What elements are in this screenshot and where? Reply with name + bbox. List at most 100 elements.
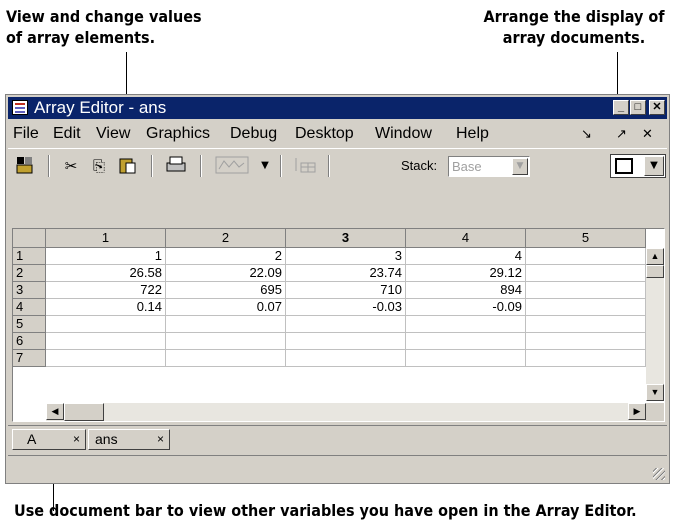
print-icon[interactable] xyxy=(164,155,188,177)
grid-cell[interactable] xyxy=(166,333,286,350)
document-tab-label: ans xyxy=(95,431,118,447)
column-header[interactable]: 5 xyxy=(526,229,646,248)
stack-label: Stack: xyxy=(401,158,438,173)
import-data-icon[interactable] xyxy=(14,155,36,177)
row-header[interactable]: 3 xyxy=(13,282,46,299)
grid-cell[interactable] xyxy=(286,333,406,350)
column-header[interactable]: 1 xyxy=(46,229,166,248)
grid-cell[interactable] xyxy=(406,316,526,333)
menu-graphics[interactable]: Graphics xyxy=(146,121,210,147)
horizontal-scrollbar[interactable]: ◀ ▶ xyxy=(46,403,646,421)
grid-cell[interactable] xyxy=(46,350,166,367)
grid-cell[interactable]: 2 xyxy=(166,248,286,265)
row-header[interactable]: 7 xyxy=(13,350,46,367)
vertical-scrollbar[interactable]: ▲ ▼ xyxy=(646,248,664,401)
plot-icon[interactable] xyxy=(213,155,251,177)
grid-cell[interactable] xyxy=(526,299,646,316)
window-title: Array Editor - ans xyxy=(34,98,167,117)
scroll-up-icon[interactable]: ▲ xyxy=(646,248,664,265)
column-header[interactable]: 2 xyxy=(166,229,286,248)
row-header[interactable]: 1 xyxy=(13,248,46,265)
grid-cell[interactable]: 22.09 xyxy=(166,265,286,282)
grid-corner xyxy=(13,229,46,248)
grid-cell[interactable]: 23.74 xyxy=(286,265,406,282)
grid-cell[interactable] xyxy=(46,316,166,333)
grid-cell[interactable] xyxy=(46,333,166,350)
grid-cell[interactable]: 4 xyxy=(406,248,526,265)
row-header[interactable]: 4 xyxy=(13,299,46,316)
undock-icon[interactable]: ↘ xyxy=(581,121,592,147)
callout-document-bar: Use document bar to view other variables… xyxy=(14,501,637,520)
document-layout-select[interactable]: ▼ xyxy=(610,154,666,178)
maximize-button[interactable]: □ xyxy=(630,100,646,115)
array-editor-icon[interactable] xyxy=(12,100,28,115)
menu-desktop[interactable]: Desktop xyxy=(295,121,354,147)
row-header[interactable]: 6 xyxy=(13,333,46,350)
chevron-down-icon[interactable]: ▼ xyxy=(512,158,528,175)
grid-cell[interactable]: 710 xyxy=(286,282,406,299)
grid-cell[interactable]: 722 xyxy=(46,282,166,299)
transpose-icon[interactable] xyxy=(290,155,320,177)
column-header[interactable]: 3 xyxy=(286,229,406,248)
callout-line: Arrange the display of xyxy=(483,7,665,26)
plot-dropdown-icon[interactable]: ▼ xyxy=(258,155,272,177)
menu-view[interactable]: View xyxy=(96,121,130,147)
grid-cell[interactable] xyxy=(286,350,406,367)
array-grid: 12345 1 1 2 3 4 2 26.58 22.09 23.74 29.12 3 722 695 7… xyxy=(12,228,665,422)
grid-cell[interactable] xyxy=(166,316,286,333)
document-tab-a[interactable]: A × xyxy=(12,429,86,450)
callout-line: View and change values xyxy=(6,7,202,26)
document-tab-label: A xyxy=(27,431,37,447)
resize-grip[interactable] xyxy=(653,468,665,480)
cut-icon[interactable]: ✂ xyxy=(60,155,82,177)
close-icon[interactable]: × xyxy=(157,430,164,448)
scroll-right-icon[interactable]: ▶ xyxy=(628,403,646,420)
grid-cell[interactable] xyxy=(526,282,646,299)
row-header[interactable]: 2 xyxy=(13,265,46,282)
document-tab-ans[interactable]: ans × xyxy=(88,429,170,450)
array-editor-window: Array Editor - ans _ □ ✕ File Edit View … xyxy=(5,94,670,484)
grid-cell[interactable] xyxy=(526,265,646,282)
grid-cell[interactable]: -0.03 xyxy=(286,299,406,316)
grid-cell[interactable]: 695 xyxy=(166,282,286,299)
menu-edit[interactable]: Edit xyxy=(53,121,81,147)
grid-cell[interactable]: 29.12 xyxy=(406,265,526,282)
scroll-thumb[interactable] xyxy=(64,403,104,421)
menu-file[interactable]: File xyxy=(13,121,39,147)
grid-cell[interactable]: -0.09 xyxy=(406,299,526,316)
grid-cell[interactable]: 26.58 xyxy=(46,265,166,282)
close-icon[interactable]: × xyxy=(73,430,80,448)
grid-cell[interactable]: 1 xyxy=(46,248,166,265)
dock-out-icon[interactable]: ↗ xyxy=(616,121,627,147)
copy-icon[interactable]: ⎘ xyxy=(88,155,110,177)
minimize-button[interactable]: _ xyxy=(613,100,629,115)
grid-cell[interactable]: 3 xyxy=(286,248,406,265)
grid-cell[interactable]: 0.07 xyxy=(166,299,286,316)
grid-cell[interactable] xyxy=(526,350,646,367)
menu-window[interactable]: Window xyxy=(375,121,432,147)
grid-cell[interactable] xyxy=(526,316,646,333)
menu-help[interactable]: Help xyxy=(456,121,489,147)
grid-cell[interactable] xyxy=(286,316,406,333)
scroll-down-icon[interactable]: ▼ xyxy=(646,384,664,401)
grid-cell[interactable] xyxy=(526,333,646,350)
grid-cell[interactable]: 0.14 xyxy=(46,299,166,316)
menu-debug[interactable]: Debug xyxy=(230,121,277,147)
paste-icon[interactable] xyxy=(116,155,138,177)
grid-cell[interactable] xyxy=(406,350,526,367)
chevron-down-icon[interactable]: ▼ xyxy=(644,156,664,176)
grid-cell[interactable] xyxy=(406,333,526,350)
scroll-left-icon[interactable]: ◀ xyxy=(46,403,64,420)
grid-cell[interactable]: 894 xyxy=(406,282,526,299)
scroll-thumb[interactable] xyxy=(646,265,664,278)
status-bar xyxy=(8,455,667,482)
grid-cell[interactable] xyxy=(166,350,286,367)
grid-cell[interactable] xyxy=(526,248,646,265)
close-button[interactable]: ✕ xyxy=(649,100,665,115)
callout-arrange-display: Arrange the display of array documents. xyxy=(478,6,670,48)
row-header[interactable]: 5 xyxy=(13,316,46,333)
column-header[interactable]: 4 xyxy=(406,229,526,248)
title-bar[interactable]: Array Editor - ans _ □ ✕ xyxy=(8,97,667,119)
close-document-icon[interactable]: ✕ xyxy=(642,121,653,147)
stack-select[interactable]: Base ▼ xyxy=(448,156,530,177)
